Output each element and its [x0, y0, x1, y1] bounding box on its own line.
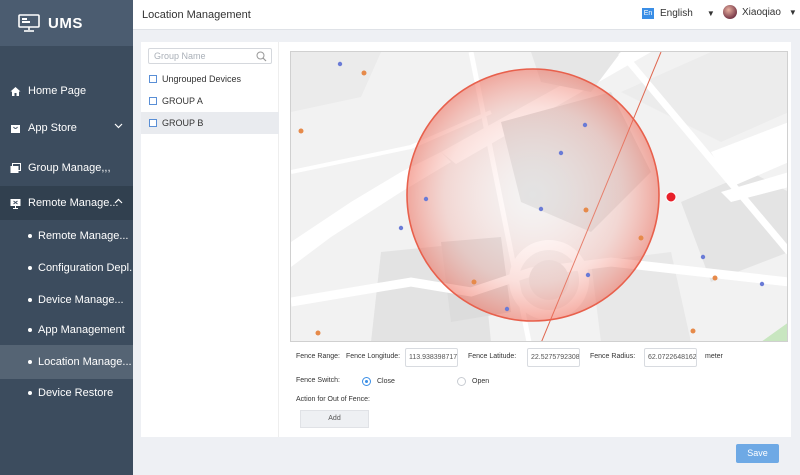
bullet-icon: [28, 360, 32, 364]
fence-range-label: Fence Range:: [296, 353, 340, 360]
sidebar-subitem-remote-manage[interactable]: Remote Manage...: [0, 219, 133, 253]
fence-longitude-input[interactable]: 113.938398717;: [405, 348, 458, 367]
out-of-fence-label: Action for Out of Fence:: [296, 396, 370, 403]
sidebar-item-group-manage[interactable]: Group Manage,,,: [0, 151, 133, 185]
page-title: Location Management: [142, 9, 251, 21]
tree-node-group-a[interactable]: GROUP A: [141, 90, 279, 112]
fence-longitude-label: Fence Longitude:: [346, 353, 401, 360]
radio-label: Open: [472, 378, 490, 385]
bullet-icon: [28, 234, 32, 238]
radio-checked-icon: [362, 377, 371, 386]
caret-down-icon: ▼: [788, 7, 797, 17]
bullet-icon: [28, 298, 32, 302]
sidebar-item-label: Group Manage,,,: [28, 162, 111, 174]
sidebar-subitem-label: Device Manage...: [38, 294, 124, 306]
sidebar-subitem-label: Configuration Depl...: [38, 262, 133, 274]
fence-switch-label: Fence Switch:: [296, 377, 340, 384]
sidebar-subitem-configuration-deploy[interactable]: Configuration Depl...: [0, 251, 133, 285]
sidebar-subitem-device-manage[interactable]: Device Manage...: [0, 283, 133, 317]
fence-radius-unit: meter: [705, 353, 723, 360]
bullet-icon: [28, 391, 32, 395]
fence-radius-input[interactable]: 62.0722648162: [644, 348, 697, 367]
tree-node-label: GROUP B: [162, 118, 204, 128]
home-icon: [10, 86, 21, 97]
fence-latitude-label: Fence Latitude:: [468, 353, 517, 360]
user-name: Xiaoqiao: [742, 6, 781, 18]
sidebar-item-remote-manage[interactable]: Remote Manage...: [0, 186, 133, 220]
folder-icon: [149, 119, 157, 127]
avatar: [723, 5, 737, 19]
chevron-down-icon: [114, 123, 123, 129]
sidebar-item-home[interactable]: Home Page: [0, 74, 133, 108]
sidebar-item-label: Remote Manage...: [28, 197, 119, 209]
sidebar-subitem-label: App Management: [38, 324, 125, 336]
caret-down-icon: ▼: [706, 9, 715, 18]
folder-icon: [149, 75, 157, 83]
group-tree: Ungrouped Devices GROUP A GROUP B: [141, 42, 279, 437]
sidebar-item-label: Home Page: [28, 85, 87, 97]
sidebar-item-label: App Store: [28, 122, 77, 134]
tree-node-group-b[interactable]: GROUP B: [141, 112, 279, 134]
bullet-icon: [28, 328, 32, 332]
tree-node-ungrouped[interactable]: Ungrouped Devices: [141, 68, 279, 90]
add-action-button[interactable]: Add: [300, 410, 369, 428]
sidebar: UMS Home Page App Store Group Manage,,, …: [0, 0, 133, 475]
save-button[interactable]: Save: [736, 444, 779, 463]
app-name: UMS: [48, 14, 83, 32]
radio-unchecked-icon: [457, 377, 466, 386]
language-selector[interactable]: En English ▼: [642, 8, 715, 19]
remote-icon: [10, 198, 21, 209]
chevron-up-icon: [114, 198, 123, 204]
content-panel: Ungrouped Devices GROUP A GROUP B: [141, 42, 791, 437]
language-flag-icon: En: [642, 8, 654, 19]
tree-node-label: Ungrouped Devices: [162, 74, 242, 84]
search-icon[interactable]: [256, 51, 267, 62]
tree-node-label: GROUP A: [162, 96, 203, 106]
sidebar-subitem-label: Remote Manage...: [38, 230, 129, 242]
logo: UMS: [0, 0, 133, 46]
fence-switch-close-radio[interactable]: Close: [362, 377, 395, 386]
store-icon: [10, 123, 21, 134]
group-icon: [10, 162, 21, 174]
group-search: [148, 48, 272, 64]
map-canvas: [291, 52, 787, 341]
fence-latitude-input[interactable]: 22.5275792308: [527, 348, 580, 367]
sidebar-subitem-device-restore[interactable]: Device Restore: [0, 376, 133, 410]
top-bar: Location Management En English ▼ Xiaoqia…: [133, 0, 800, 30]
fence-radius-label: Fence Radius:: [590, 353, 636, 360]
sidebar-subitem-location-manage[interactable]: Location Manage...: [0, 345, 133, 379]
map-view[interactable]: [290, 51, 788, 342]
folder-icon: [149, 97, 157, 105]
user-menu[interactable]: Xiaoqiao ▼: [723, 5, 797, 19]
monitor-icon: [18, 14, 40, 32]
sidebar-item-app-store[interactable]: App Store: [0, 111, 133, 145]
fence-switch-open-radio[interactable]: Open: [457, 377, 489, 386]
radio-label: Close: [377, 378, 395, 385]
sidebar-subitem-app-management[interactable]: App Management: [0, 313, 133, 347]
language-label: English: [660, 8, 693, 19]
group-search-input[interactable]: [149, 49, 271, 63]
sidebar-subitem-label: Location Manage...: [38, 356, 132, 368]
bullet-icon: [28, 266, 32, 270]
sidebar-subitem-label: Device Restore: [38, 387, 114, 399]
